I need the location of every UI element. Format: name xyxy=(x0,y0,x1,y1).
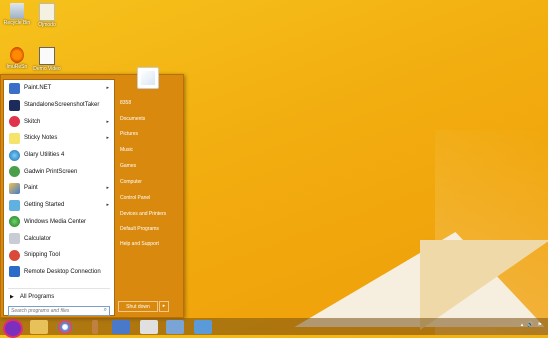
submenu-arrow-icon: ▸ xyxy=(106,202,109,209)
program-gadwin-printscreen[interactable]: Gadwin PrintScreen xyxy=(4,163,114,180)
program-standalone-screenshot-taker[interactable]: StandaloneScreenshotTaker xyxy=(4,97,114,114)
sticky-notes-icon xyxy=(9,132,20,144)
desktop-icon-app[interactable]: lmuReSn xyxy=(3,47,31,70)
place-control-panel[interactable]: Control Panel xyxy=(120,195,150,201)
recycle-bin-icon xyxy=(10,3,24,19)
wallpaper-facet-shadow xyxy=(420,240,548,330)
start-menu: Paint.NET ▸ StandaloneScreenshotTaker Sk… xyxy=(0,67,184,318)
program-snipping-tool[interactable]: Snipping Tool xyxy=(4,247,114,264)
brush-icon[interactable] xyxy=(92,320,98,334)
place-devices-printers[interactable]: Devices and Printers xyxy=(120,211,166,217)
submenu-arrow-icon: ▸ xyxy=(106,85,109,92)
search-box[interactable]: ⌕ xyxy=(8,306,110,316)
volume-icon[interactable]: 🔊 xyxy=(527,322,533,328)
video-icon xyxy=(39,47,55,65)
chrome-icon[interactable] xyxy=(56,320,74,334)
glary-utilities-icon xyxy=(9,149,20,161)
divider xyxy=(8,288,110,289)
place-computer[interactable]: Computer xyxy=(120,179,142,185)
pinned-programs-list: Paint.NET ▸ StandaloneScreenshotTaker Sk… xyxy=(4,80,114,280)
calculator-icon xyxy=(9,233,20,245)
paint-icon xyxy=(9,182,20,194)
program-sticky-notes[interactable]: Sticky Notes ▸ xyxy=(4,130,114,147)
snipping-tool-icon xyxy=(9,249,20,261)
place-games[interactable]: Games xyxy=(120,163,136,169)
place-music[interactable]: Music xyxy=(120,147,133,153)
screenshot-app-icon xyxy=(9,99,20,111)
program-windows-media-center[interactable]: Windows Media Center xyxy=(4,214,114,231)
remote-desktop-icon xyxy=(9,266,20,278)
screenshot-tool-icon[interactable] xyxy=(112,320,130,334)
desktop-icon-file[interactable]: Ojmodo xyxy=(33,3,61,28)
search-input[interactable] xyxy=(9,307,99,315)
search-icon[interactable]: ⌕ xyxy=(104,307,107,314)
getting-started-icon xyxy=(9,199,20,211)
show-hidden-icons-icon[interactable]: ▴ xyxy=(521,322,524,328)
program-remote-desktop[interactable]: Remote Desktop Connection xyxy=(4,264,114,281)
desktop-icon-recycle-bin[interactable]: Recycle Bin xyxy=(3,3,31,26)
program-calculator[interactable]: Calculator xyxy=(4,230,114,247)
program-paint[interactable]: Paint ▸ xyxy=(4,180,114,197)
start-menu-places-pane: 8358 Documents Pictures Music Games Comp… xyxy=(115,67,183,317)
place-documents[interactable]: Documents xyxy=(120,116,145,122)
media-player-icon[interactable] xyxy=(140,320,158,334)
program-glary-utilities[interactable]: Glary Utilities 4 xyxy=(4,147,114,164)
program-skitch[interactable]: Skitch ▸ xyxy=(4,113,114,130)
place-default-programs[interactable]: Default Programs xyxy=(120,226,159,232)
media-center-icon xyxy=(9,216,20,228)
program-paint-net[interactable]: Paint.NET ▸ xyxy=(4,80,114,97)
taskbar: ▴ 🔊 ⚑ xyxy=(0,318,548,338)
desktop-icon-video[interactable]: Demo Video xyxy=(33,47,61,72)
file-icon xyxy=(39,3,55,21)
system-tray: ▴ 🔊 ⚑ xyxy=(521,322,542,328)
start-menu-programs-pane: Paint.NET ▸ StandaloneScreenshotTaker Sk… xyxy=(3,79,115,316)
gadwin-icon xyxy=(9,166,20,178)
shutdown-options-button[interactable]: ▸ xyxy=(159,301,169,312)
submenu-arrow-icon: ▸ xyxy=(106,185,109,192)
user-avatar[interactable] xyxy=(137,67,159,89)
place-user-folder[interactable]: 8358 xyxy=(120,100,131,106)
triangle-right-icon: ▶ xyxy=(10,294,14,300)
start-button[interactable] xyxy=(3,319,23,338)
paint-net-icon xyxy=(9,82,20,94)
file-explorer-icon[interactable] xyxy=(30,320,48,334)
all-programs-button[interactable]: ▶ All Programs xyxy=(4,291,114,303)
remote-desktop-icon[interactable] xyxy=(194,320,212,334)
submenu-arrow-icon: ▸ xyxy=(106,135,109,142)
shutdown-button[interactable]: Shut down xyxy=(118,301,158,312)
flag-icon[interactable]: ⚑ xyxy=(538,322,542,328)
skitch-icon xyxy=(9,116,20,128)
place-help-support[interactable]: Help and Support xyxy=(120,241,159,247)
app-window-icon[interactable] xyxy=(166,320,184,334)
place-pictures[interactable]: Pictures xyxy=(120,131,138,137)
app-icon xyxy=(10,47,24,63)
program-getting-started[interactable]: Getting Started ▸ xyxy=(4,197,114,214)
submenu-arrow-icon: ▸ xyxy=(106,118,109,125)
